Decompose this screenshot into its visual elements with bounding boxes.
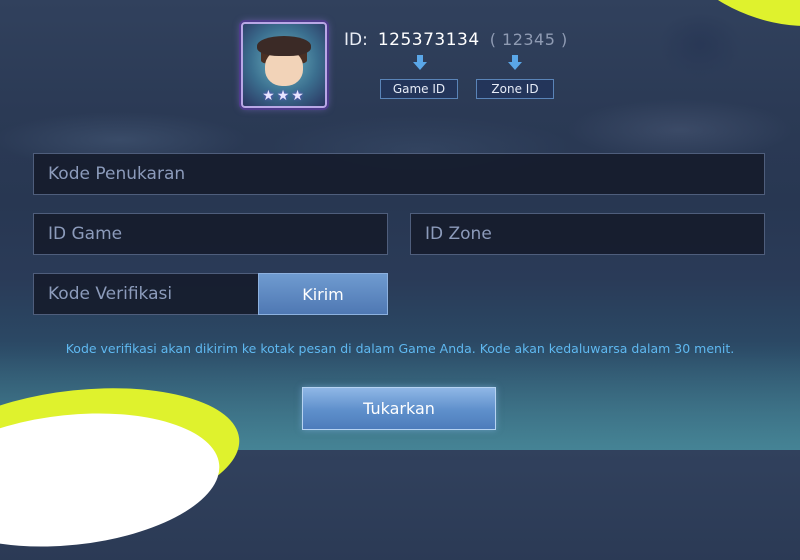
arrow-down-icon	[413, 55, 427, 71]
redeem-button[interactable]: Tukarkan	[302, 387, 496, 430]
id-label: ID:	[344, 30, 368, 50]
player-id-row: ID: 125373134 ( 12345 )	[344, 30, 568, 54]
avatar-hat	[257, 36, 311, 56]
zone-id-value: ( 12345 )	[489, 30, 568, 49]
game-id-placeholder: ID Game	[48, 224, 123, 244]
send-code-button[interactable]: Kirim	[258, 273, 388, 315]
zone-id-tag: Zone ID	[476, 79, 554, 99]
background-tree	[640, 0, 760, 110]
game-id-value: 125373134	[377, 30, 480, 50]
verification-code-placeholder: Kode Verifikasi	[48, 284, 173, 304]
zone-id-placeholder: ID Zone	[425, 224, 492, 244]
game-id-input[interactable]: ID Game	[33, 213, 388, 255]
rank-stars-icon: ★★★	[262, 88, 306, 104]
redeem-code-input[interactable]: Kode Penukaran	[33, 153, 765, 195]
verification-notice: Kode verifikasi akan dikirim ke kotak pe…	[65, 341, 735, 356]
hero-avatar-icon: ★★★	[241, 22, 327, 108]
zone-id-input[interactable]: ID Zone	[410, 213, 765, 255]
game-id-tag: Game ID	[380, 79, 458, 99]
arrow-down-icon	[508, 55, 522, 71]
redeem-code-placeholder: Kode Penukaran	[48, 164, 186, 184]
verification-code-input[interactable]: Kode Verifikasi	[33, 273, 259, 315]
